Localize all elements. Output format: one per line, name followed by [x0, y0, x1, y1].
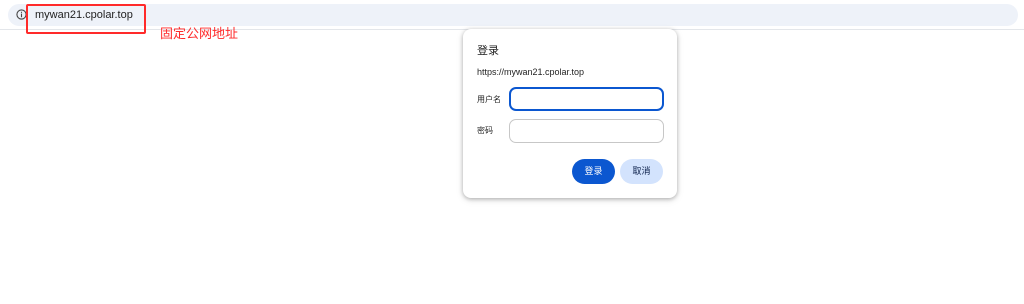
dialog-origin: https://mywan21.cpolar.top: [477, 67, 585, 77]
username-label: 用户名: [477, 95, 501, 104]
password-label: 密码: [477, 126, 493, 135]
annotation-label: 固定公网地址: [160, 26, 239, 41]
browser-toolbar: mywan21.cpolar.top: [0, 0, 1024, 30]
login-button[interactable]: 登录: [572, 159, 615, 184]
dialog-title: 登录: [477, 45, 499, 57]
url-highlight-box: [26, 4, 146, 34]
cancel-button[interactable]: 取消: [620, 159, 663, 184]
address-bar[interactable]: [8, 4, 1018, 26]
username-input[interactable]: [509, 87, 664, 111]
login-dialog: 登录 https://mywan21.cpolar.top 用户名 密码 登录 …: [463, 29, 677, 198]
password-input[interactable]: [509, 119, 664, 143]
